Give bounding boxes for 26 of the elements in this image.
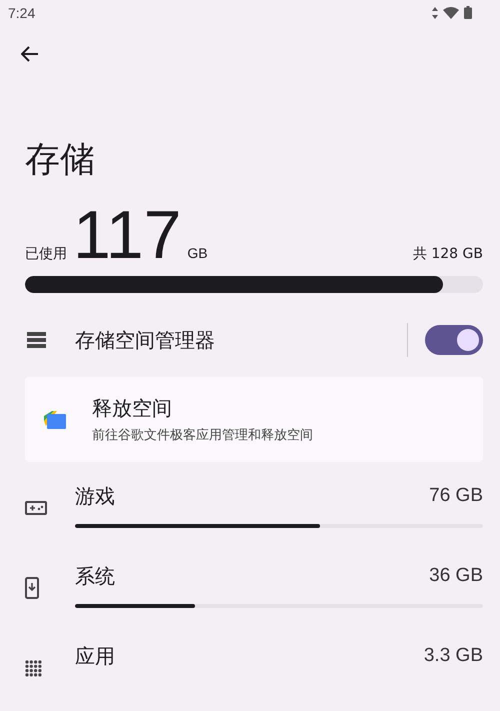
used-unit: GB — [187, 245, 208, 261]
data-arrows-icon — [432, 6, 438, 18]
storage-manager-switch[interactable] — [425, 325, 483, 355]
category-size: 3.3 GB — [424, 645, 483, 667]
status-time: 7:24 — [8, 4, 36, 20]
used-value: 117 — [73, 206, 182, 264]
gamepad-icon — [25, 501, 47, 515]
category-name: 系统 — [75, 562, 115, 590]
total-capacity: 共 128 GB — [412, 245, 483, 263]
storage-list-icon — [27, 332, 46, 348]
used-label: 已使用 — [25, 245, 67, 263]
page-title: 存储 — [25, 139, 96, 182]
category-size: 76 GB — [429, 485, 483, 507]
category-size: 36 GB — [429, 565, 483, 587]
storage-manager-label: 存储空间管理器 — [75, 326, 216, 354]
category-name: 游戏 — [75, 482, 115, 510]
free-up-space-card[interactable]: 释放空间 前往谷歌文件极客应用管理和释放空间 — [25, 377, 483, 462]
back-arrow-icon[interactable] — [21, 46, 39, 62]
free-up-space-title: 释放空间 — [92, 395, 173, 422]
free-up-space-subtitle: 前往谷歌文件极客应用管理和释放空间 — [92, 427, 313, 444]
wifi-icon — [443, 6, 459, 18]
apps-grid-icon — [25, 660, 42, 676]
phone-download-icon — [25, 577, 39, 599]
category-name: 应用 — [75, 642, 115, 670]
battery-icon — [464, 6, 472, 19]
folder-icon — [44, 410, 66, 428]
